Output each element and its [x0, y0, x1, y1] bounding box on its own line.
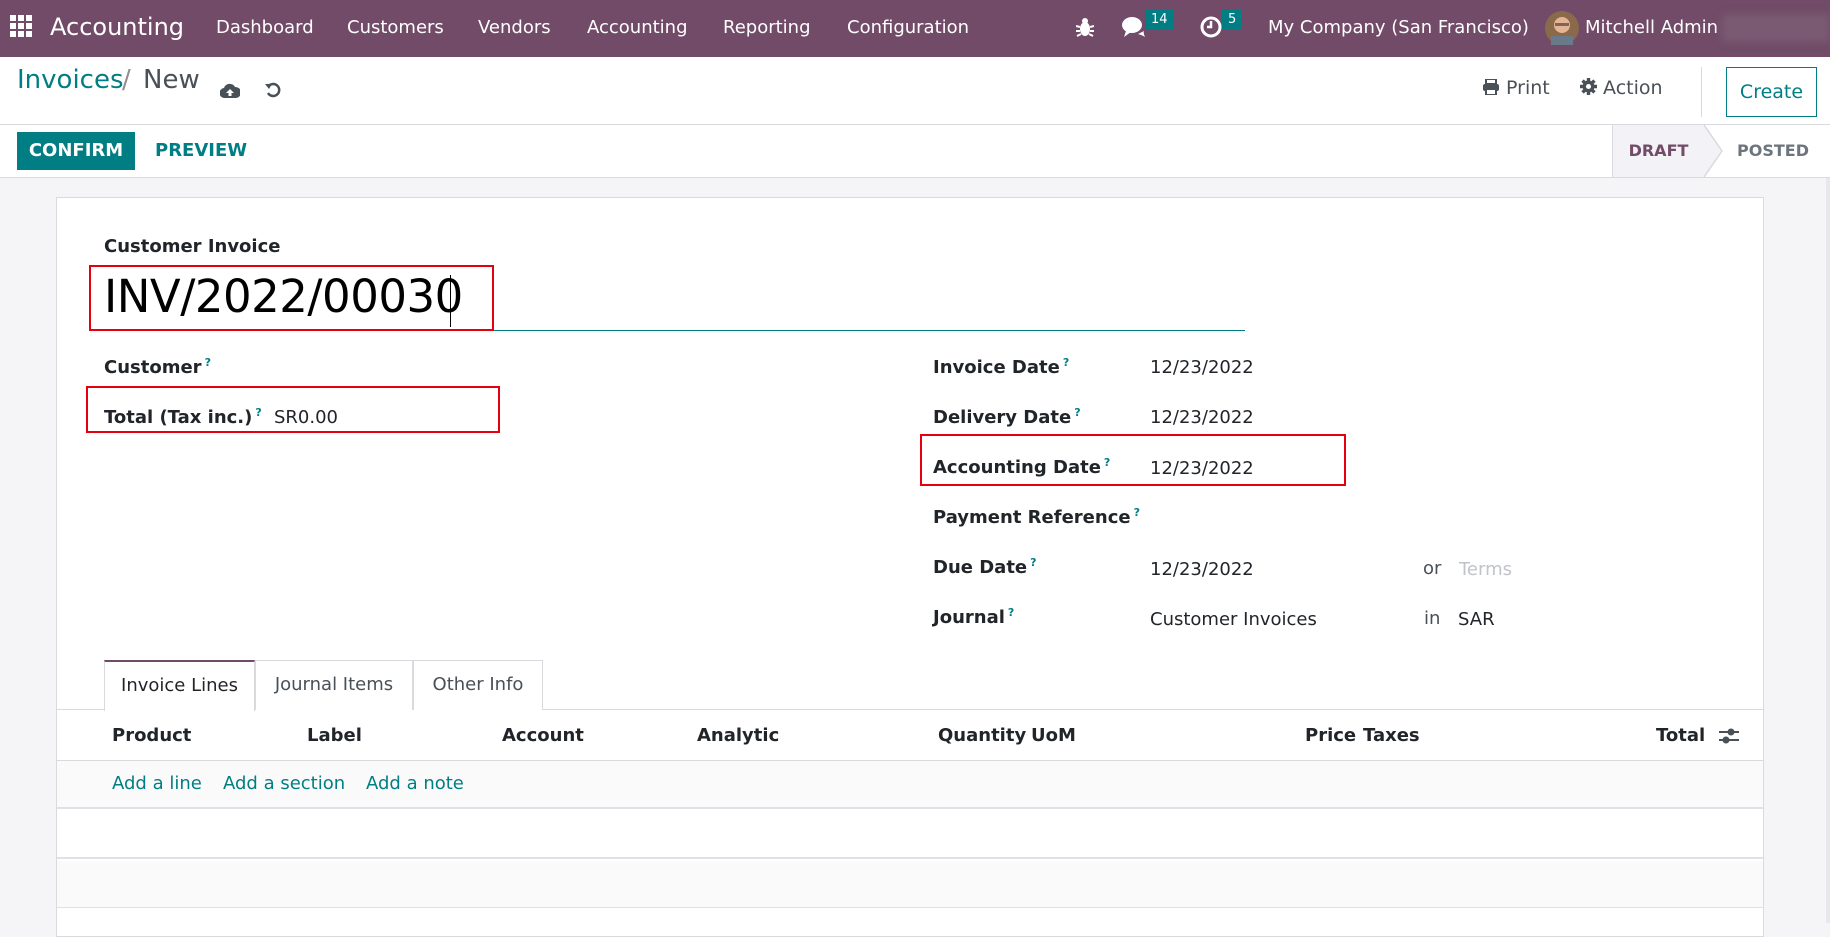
help-icon[interactable]: ?: [1008, 606, 1014, 619]
or-label: or: [1423, 558, 1442, 579]
help-icon[interactable]: ?: [1030, 556, 1036, 569]
breadcrumb-separator: /: [122, 65, 131, 95]
help-icon[interactable]: ?: [205, 356, 211, 369]
printer-icon: [1483, 78, 1499, 96]
blurred-db-name: [1722, 14, 1830, 42]
column-analytic[interactable]: Analytic: [697, 725, 779, 746]
menu-accounting[interactable]: Accounting: [587, 0, 688, 55]
empty-row: [57, 811, 1763, 859]
column-price[interactable]: Price: [1305, 725, 1356, 746]
optional-columns-icon[interactable]: [1719, 727, 1739, 745]
currency-field[interactable]: SAR: [1458, 609, 1495, 630]
bug-icon[interactable]: [1075, 17, 1095, 37]
menu-customers[interactable]: Customers: [347, 0, 444, 55]
customer-label: Customer?: [104, 356, 211, 378]
due-date-field[interactable]: 12/23/2022: [1150, 559, 1254, 580]
status-bar: CONFIRM PREVIEW DRAFT POSTED: [0, 125, 1830, 178]
add-line-link[interactable]: Add a line: [112, 773, 202, 794]
delivery-date-label: Delivery Date?: [933, 406, 1081, 428]
highlight-box-accounting-date: [920, 434, 1346, 486]
top-navbar: Accounting Dashboard Customers Vendors A…: [0, 0, 1830, 57]
column-product[interactable]: Product: [112, 725, 191, 746]
activities-count-badge: 5: [1222, 10, 1243, 30]
payment-terms-field[interactable]: Terms: [1459, 559, 1512, 580]
tab-label: Invoice Lines: [121, 675, 238, 696]
menu-vendors[interactable]: Vendors: [478, 0, 551, 55]
payment-reference-label: Payment Reference?: [933, 506, 1140, 528]
column-account[interactable]: Account: [502, 725, 584, 746]
scrollbar-track[interactable]: [1826, 178, 1830, 923]
payment-reference-field[interactable]: [1150, 504, 1380, 530]
help-icon[interactable]: ?: [1134, 506, 1140, 519]
stage-posted[interactable]: POSTED: [1737, 125, 1809, 177]
preview-button[interactable]: PREVIEW: [155, 132, 247, 170]
tab-invoice-lines[interactable]: Invoice Lines: [104, 660, 255, 711]
invoice-date-field[interactable]: 12/23/2022: [1150, 357, 1254, 378]
menu-dashboard[interactable]: Dashboard: [216, 0, 314, 55]
action-label: Action: [1603, 77, 1663, 99]
user-avatar[interactable]: [1545, 11, 1579, 45]
app-name[interactable]: Accounting: [50, 0, 184, 55]
breadcrumb-invoices[interactable]: Invoices: [17, 65, 124, 95]
create-button[interactable]: Create: [1726, 67, 1817, 117]
user-menu[interactable]: Mitchell Admin: [1585, 0, 1718, 55]
journal-label: Journal?: [933, 606, 1015, 628]
empty-row: [57, 861, 1763, 908]
divider: [1701, 67, 1702, 117]
stage-draft[interactable]: DRAFT: [1612, 125, 1704, 177]
stage-arrow: [1704, 125, 1723, 177]
column-uom[interactable]: UoM: [1031, 725, 1076, 746]
column-taxes[interactable]: Taxes: [1363, 725, 1420, 746]
company-switcher[interactable]: My Company (San Francisco): [1268, 0, 1529, 55]
delivery-date-field[interactable]: 12/23/2022: [1150, 407, 1254, 428]
apps-grid-icon[interactable]: [10, 15, 32, 37]
chat-icon[interactable]: [1122, 16, 1146, 38]
tab-label: Other Info: [432, 674, 524, 695]
journal-field[interactable]: Customer Invoices: [1150, 609, 1317, 630]
column-total[interactable]: Total: [1656, 725, 1705, 746]
name-field-underline: [493, 330, 1245, 331]
add-note-link[interactable]: Add a note: [366, 773, 464, 794]
document-type-label: Customer Invoice: [104, 236, 281, 257]
action-button[interactable]: Action: [1580, 77, 1663, 99]
tab-journal-items[interactable]: Journal Items: [255, 660, 413, 710]
help-icon[interactable]: ?: [1063, 356, 1069, 369]
print-label: Print: [1506, 77, 1550, 99]
menu-configuration[interactable]: Configuration: [847, 0, 969, 55]
due-date-label: Due Date?: [933, 556, 1037, 578]
messages-count-badge: 14: [1145, 10, 1174, 30]
column-quantity[interactable]: Quantity: [938, 725, 1026, 746]
confirm-button[interactable]: CONFIRM: [17, 132, 135, 170]
highlight-box-invoice-number: [89, 265, 494, 331]
invoice-date-label: Invoice Date?: [933, 356, 1070, 378]
control-panel: Invoices / New Print Action Create: [0, 57, 1830, 125]
highlight-box-total: [86, 386, 500, 433]
discard-undo-icon[interactable]: [264, 81, 282, 99]
print-button[interactable]: Print: [1482, 77, 1550, 99]
column-label[interactable]: Label: [307, 725, 362, 746]
in-label: in: [1424, 608, 1441, 629]
add-section-link[interactable]: Add a section: [223, 773, 345, 794]
tab-label: Journal Items: [274, 674, 394, 695]
gear-icon: [1580, 78, 1597, 95]
menu-reporting[interactable]: Reporting: [723, 0, 811, 55]
tab-other-info[interactable]: Other Info: [413, 660, 543, 710]
help-icon[interactable]: ?: [1074, 406, 1080, 419]
clock-icon[interactable]: [1200, 16, 1222, 38]
breadcrumb-current: New: [143, 65, 200, 95]
save-cloud-icon[interactable]: [219, 83, 242, 99]
stage-draft-label: DRAFT: [1628, 141, 1689, 160]
